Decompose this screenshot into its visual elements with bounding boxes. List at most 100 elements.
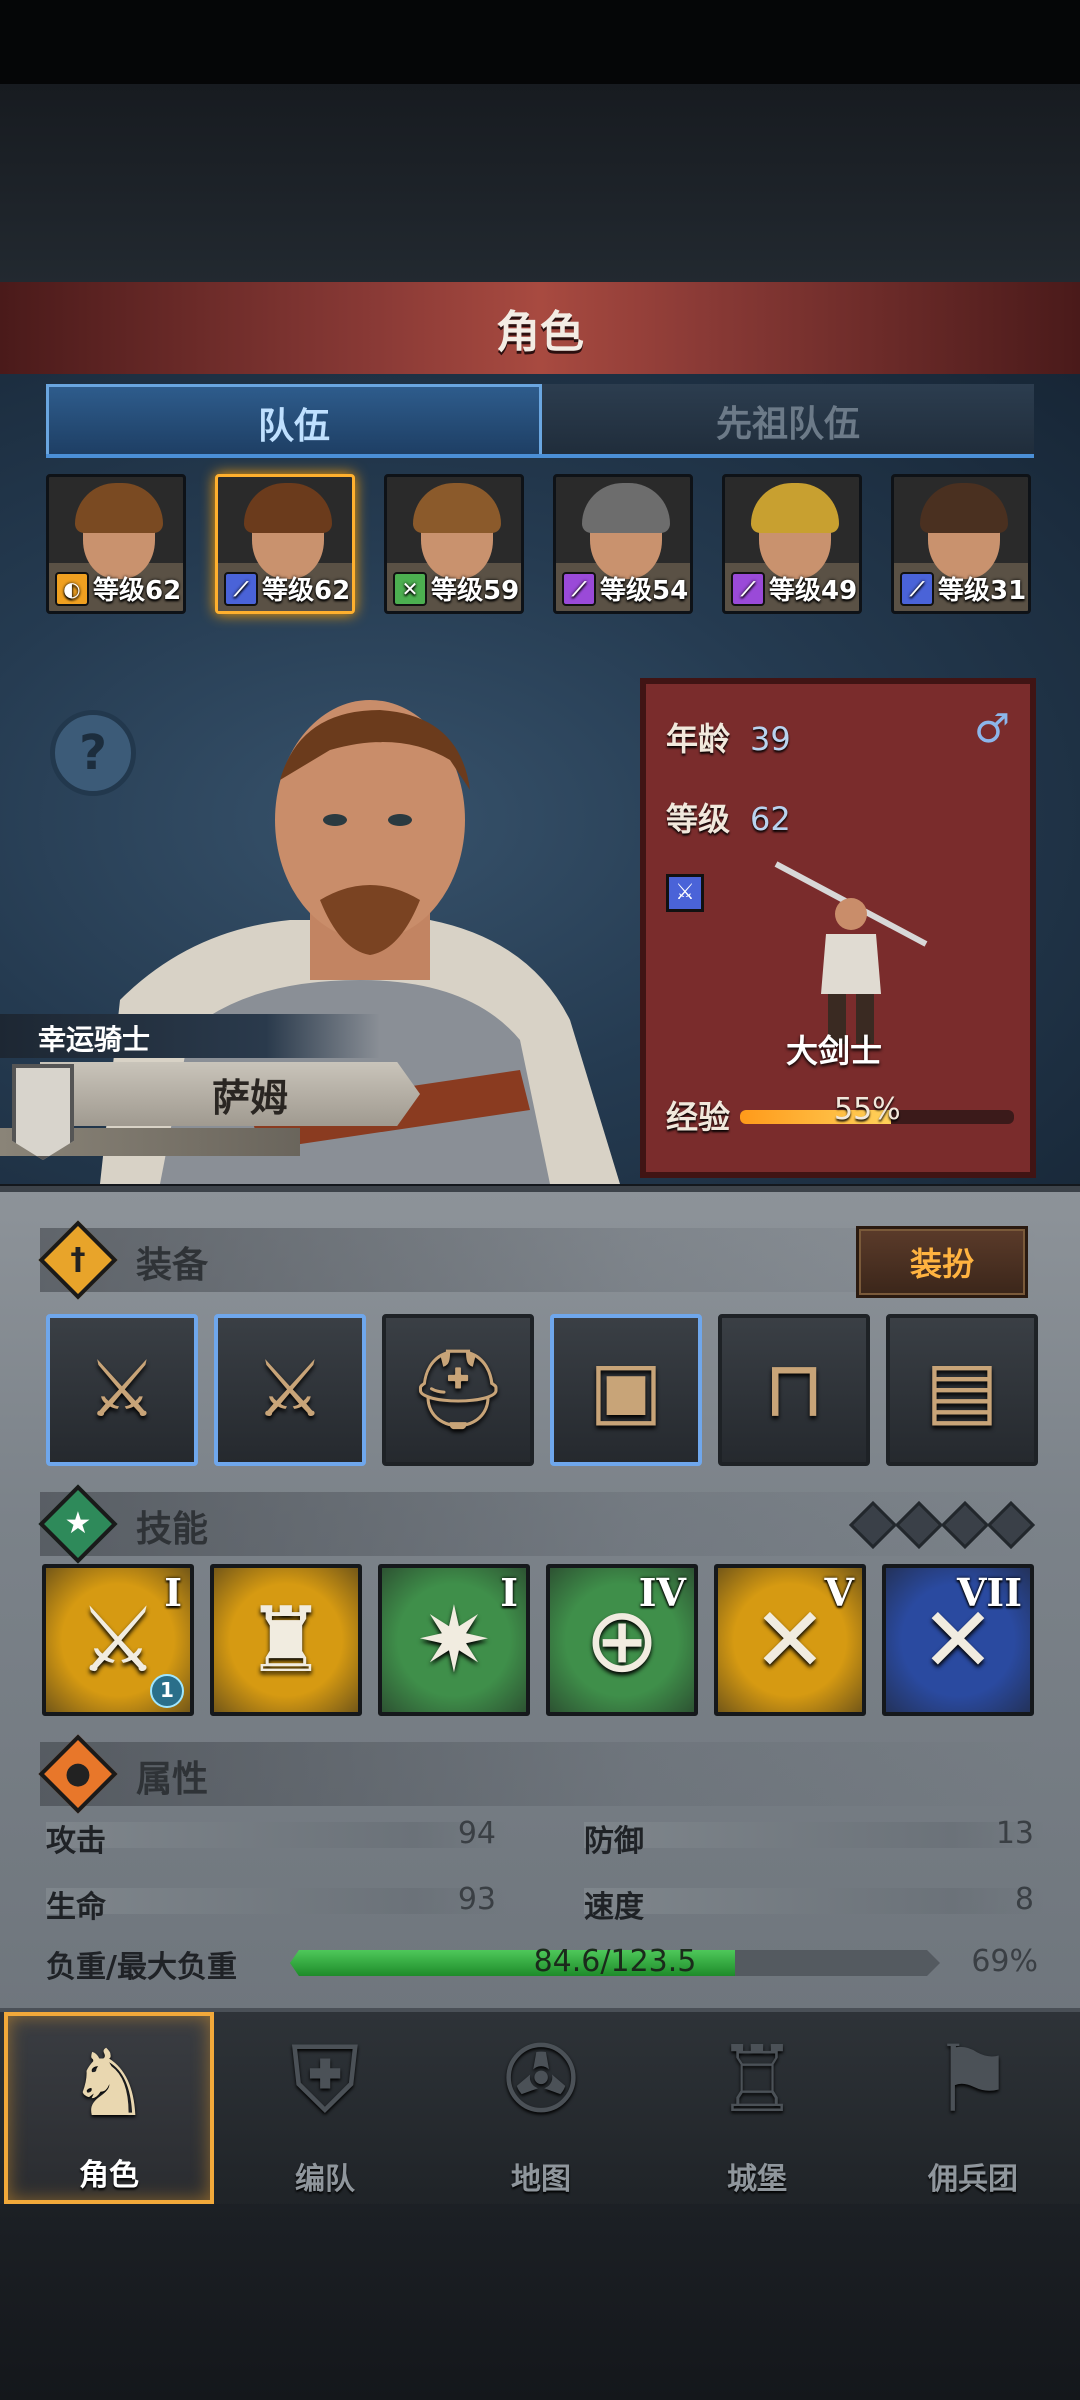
portrait-hair (751, 483, 839, 533)
person-icon: ● (38, 1734, 118, 1814)
portrait-hair (244, 483, 332, 533)
summon-icon: ♜ (245, 1587, 327, 1693)
nav-label: 佣兵团 (928, 2162, 1018, 2197)
exp-row: 经验 (666, 1092, 730, 1138)
equipment-slot[interactable]: ⊓ (718, 1314, 870, 1466)
skill-rank: I (500, 1570, 518, 1615)
equipment-slot[interactable]: ▤ (886, 1314, 1038, 1466)
load-value: 84.6/123.5 (533, 1944, 697, 1979)
hp-value: 93 (457, 1882, 496, 1917)
background-bottom (0, 2204, 1080, 2400)
age-row: 年龄 39 (666, 714, 791, 760)
roster-portrait[interactable]: ⟋ 等级49 (722, 474, 862, 614)
hero-title-strip: 幸运骑士 (0, 1014, 380, 1058)
portrait-level-badge: ◐ 等级62 (55, 570, 181, 607)
portrait-level-badge: ⟋ 等级62 (224, 570, 350, 607)
background-top (0, 84, 1080, 284)
hero-name: 萨姆 (211, 1075, 288, 1120)
portrait-hair (920, 483, 1008, 533)
portrait-level-badge: ⟋ 等级49 (731, 570, 857, 607)
skill-slot[interactable]: ✕ V (714, 1564, 866, 1716)
level-row: 等级 62 (666, 794, 791, 840)
nav-label: 地图 (511, 2162, 571, 2197)
staff-icon: ⟋ (731, 571, 765, 606)
shield-icon: ◐ (55, 571, 89, 606)
staff-icon: ⟋ (562, 571, 596, 606)
speed-value: 8 (1014, 1882, 1034, 1917)
attributes-title: 属性 (136, 1759, 209, 1800)
banner-flag-icon (12, 1064, 74, 1160)
portrait-level-badge: ⟋ 等级31 (900, 570, 1026, 607)
nav-label: 编队 (295, 2162, 355, 2197)
roster-portrait[interactable]: ✕ 等级59 (384, 474, 524, 614)
nav-item[interactable]: ♖ 城堡 (652, 2012, 862, 2204)
nav-item[interactable]: ⛨ 编队 (220, 2012, 430, 2204)
page-title: 角色 (496, 307, 584, 358)
attack-value: 94 (457, 1816, 496, 1851)
load-label: 负重/最大负重 (46, 1950, 237, 1985)
skill-slot[interactable]: ✕ VII (882, 1564, 1034, 1716)
portrait-level: 等级31 (938, 576, 1027, 606)
hero-name-plate[interactable]: 萨姆 (40, 1062, 420, 1126)
portrait-level-badge: ⟋ 等级54 (562, 570, 688, 607)
outfit-button[interactable]: 装扮 (856, 1226, 1028, 1298)
roster-portrait[interactable]: ◐ 等级62 (46, 474, 186, 614)
skill-slot[interactable]: ⚔ I 1 (42, 1564, 194, 1716)
skill-rank: V (824, 1570, 854, 1615)
knight-icon: ♞ (67, 2030, 151, 2137)
compass-map-icon: ✇ (502, 2026, 580, 2133)
speed-label: 速度 (584, 1890, 644, 1925)
greatsword-icon: ⚔ (87, 1345, 157, 1435)
nav-item[interactable]: ✇ 地图 (436, 2012, 646, 2204)
nav-label: 城堡 (727, 2162, 787, 2197)
helmet-formation-icon: ⛨ (290, 2026, 360, 2133)
title-banner: 角色 (0, 282, 1080, 378)
hero-stat-card: 年龄 39 ♂ 等级 62 ⚔ 大剑士 经验 55% (640, 678, 1036, 1178)
defense-value: 13 (995, 1816, 1034, 1851)
boots-icon: ⊓ (763, 1345, 825, 1435)
level-value: 62 (750, 800, 791, 838)
skill-rank: I (164, 1570, 182, 1615)
greatsword-icon: ⚔ (255, 1345, 325, 1435)
age-value: 39 (750, 720, 791, 758)
exp-percent: 55% (834, 1092, 901, 1127)
tab-ancestor-team[interactable]: 先祖队伍 (542, 384, 1034, 458)
roster-portrait[interactable]: ⟋ 等级54 (553, 474, 693, 614)
skill-rank: VII (956, 1570, 1022, 1615)
skill-slot[interactable]: ✷ I (378, 1564, 530, 1716)
skill-slot[interactable]: ♜ (210, 1564, 362, 1716)
level-label: 等级 (666, 800, 731, 838)
nav-item[interactable]: ⚑ 佣兵团 (868, 2012, 1078, 2204)
nav-item[interactable]: ♞ 角色 (4, 2012, 214, 2204)
portrait-level: 等级62 (262, 576, 351, 606)
attributes-header: ● 属性 (38, 1734, 1040, 1814)
defense-label: 防御 (584, 1824, 644, 1859)
status-bar (0, 0, 1080, 84)
attr-row-2: 生命 93 速度 8 (0, 1878, 1080, 1938)
equipment-slot[interactable]: ⚔ (214, 1314, 366, 1466)
class-sword-icon: ⚔ (666, 874, 704, 912)
hero-title: 幸运骑士 (38, 1023, 151, 1056)
portrait-level-badge: ✕ 等级59 (393, 570, 519, 607)
exp-label: 经验 (666, 1098, 731, 1136)
castle-icon: ♖ (715, 2026, 799, 2133)
book-icon: ▤ (925, 1345, 999, 1435)
roster-portrait[interactable]: ⟋ 等级62 (215, 474, 355, 614)
load-percent: 69% (971, 1944, 1038, 1979)
skill-badge: 1 (150, 1674, 184, 1708)
roster-portrait[interactable]: ⟋ 等级31 (891, 474, 1031, 614)
tab-team[interactable]: 队伍 (46, 384, 542, 458)
portrait-hair (582, 483, 670, 533)
mercenary-icon: ⚑ (931, 2026, 1015, 2133)
attack-label: 攻击 (46, 1824, 106, 1859)
skill-slot[interactable]: ⊕ IV (546, 1564, 698, 1716)
sword-icon: ⟋ (224, 571, 258, 606)
skill-rank: IV (638, 1570, 686, 1615)
crossed-swords-icon: ✕ (393, 571, 427, 606)
helmet-icon: ⛑ (408, 1344, 508, 1435)
equipment-slot[interactable]: ▣ (550, 1314, 702, 1466)
equipment-slot[interactable]: ⛑ (382, 1314, 534, 1466)
portrait-hair (75, 483, 163, 533)
equipment-slot[interactable]: ⚔ (46, 1314, 198, 1466)
star-icon: ★ (38, 1484, 118, 1564)
